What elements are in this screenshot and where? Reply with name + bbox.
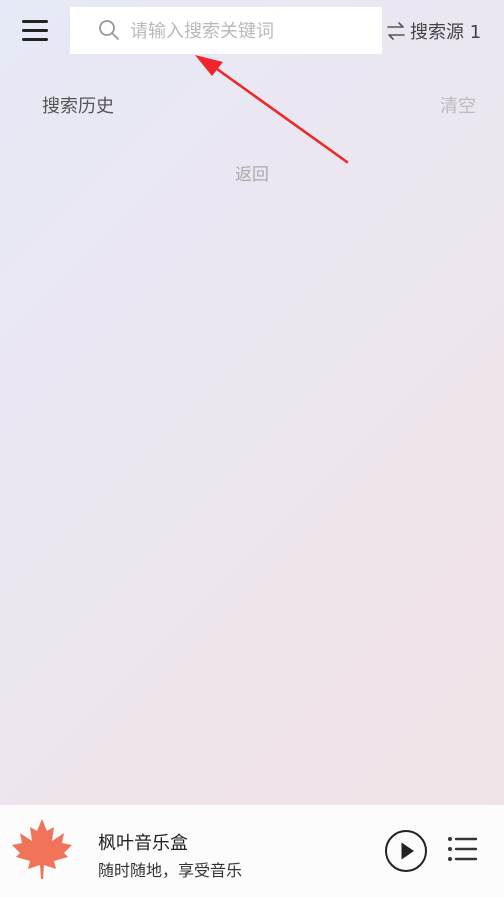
hamburger-menu-icon-line [22, 29, 48, 32]
annotation-arrow [195, 55, 349, 164]
search-history-title: 搜索历史 [42, 96, 114, 117]
mini-player: 枫叶音乐盒 随时随地，享受音乐 [0, 804, 504, 897]
play-button[interactable] [384, 829, 428, 873]
maple-leaf-icon [12, 819, 72, 879]
back-button[interactable]: 返回 [235, 165, 269, 185]
menu-button[interactable] [22, 20, 48, 42]
player-subtitle: 随时随地，享受音乐 [98, 861, 243, 880]
swap-arrows-icon [387, 22, 405, 40]
search-box[interactable] [70, 7, 382, 54]
playlist-button[interactable] [446, 835, 478, 863]
player-title: 枫叶音乐盒 [98, 833, 188, 854]
header: 搜索源 1 [0, 0, 504, 62]
play-icon [401, 842, 414, 860]
search-icon [99, 20, 119, 40]
hamburger-menu-icon-line [22, 38, 48, 41]
search-input[interactable] [128, 15, 372, 47]
hamburger-menu-icon-line [22, 20, 48, 23]
playlist-icon [448, 837, 478, 861]
clear-history-button[interactable]: 清空 [440, 92, 476, 118]
search-source-label: 搜索源 1 [410, 22, 482, 43]
back-row: 返回 [0, 160, 504, 185]
search-source-button[interactable]: 搜索源 1 [386, 18, 481, 44]
